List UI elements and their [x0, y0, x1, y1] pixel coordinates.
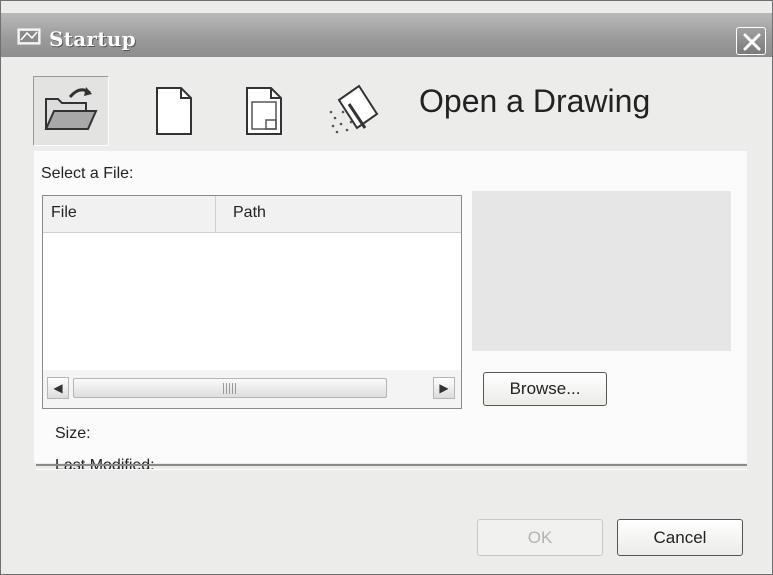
select-file-label: Select a File:: [41, 165, 134, 182]
open-drawing-button[interactable]: [33, 76, 109, 146]
column-path-label: Path: [233, 204, 266, 221]
grip-icon: [223, 383, 237, 394]
blank-page-icon: [156, 87, 192, 135]
column-header-path[interactable]: Path: [217, 196, 461, 232]
chevron-right-icon: ▶: [439, 381, 449, 395]
size-label: Size:: [55, 425, 91, 442]
open-folder-icon: [44, 87, 98, 130]
title-bar[interactable]: Startup: [1, 13, 772, 57]
scroll-left-button[interactable]: ◀: [47, 377, 69, 399]
scroll-right-button[interactable]: ▶: [433, 377, 455, 399]
file-list[interactable]: File Path ◀ ▶: [42, 195, 462, 409]
template-page-icon: [246, 87, 282, 135]
list-body[interactable]: [43, 233, 461, 369]
use-wizard-button[interactable]: [317, 76, 393, 146]
app-icon: [17, 26, 43, 46]
preview-area: [472, 191, 731, 351]
column-file-label: File: [51, 204, 77, 221]
ok-button[interactable]: OK: [477, 519, 603, 556]
startup-dialog: Startup Open a Drawing Select a File: Fi…: [0, 0, 773, 575]
wizard-icon: [329, 84, 379, 134]
cancel-button[interactable]: Cancel: [617, 519, 743, 556]
scroll-thumb[interactable]: [73, 378, 387, 398]
window-title: Startup: [49, 27, 137, 51]
column-header-file[interactable]: File: [43, 196, 216, 232]
horizontal-scrollbar[interactable]: ◀ ▶: [43, 370, 461, 408]
close-icon: [743, 33, 761, 51]
chevron-left-icon: ◀: [53, 381, 63, 395]
divider: [36, 464, 747, 470]
list-header: File Path: [43, 196, 461, 233]
browse-button[interactable]: Browse...: [483, 372, 607, 406]
page-heading: Open a Drawing: [419, 83, 651, 119]
use-template-button[interactable]: [227, 76, 303, 146]
close-button[interactable]: [736, 27, 766, 55]
scroll-track[interactable]: [73, 378, 429, 398]
start-from-scratch-button[interactable]: [137, 76, 213, 146]
